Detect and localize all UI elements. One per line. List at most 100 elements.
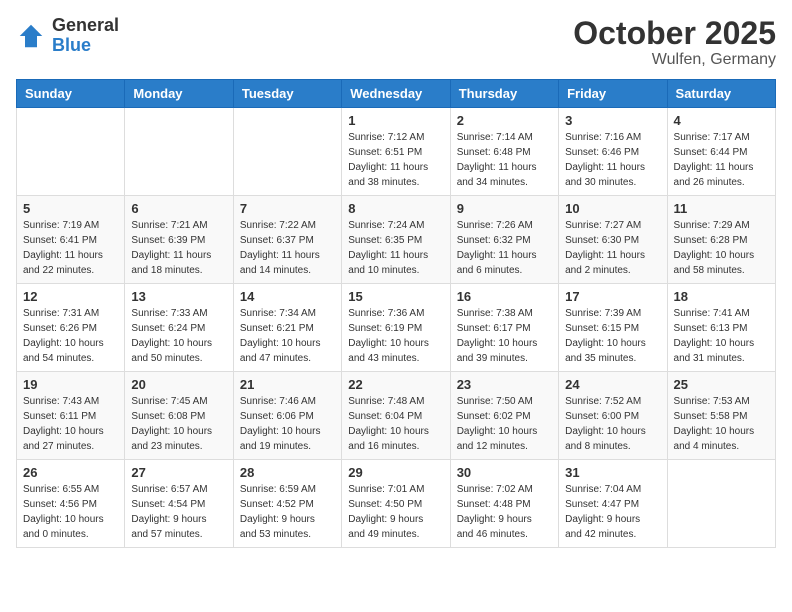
day-info: Sunrise: 7:01 AM Sunset: 4:50 PM Dayligh… <box>348 482 443 542</box>
day-info: Sunrise: 7:16 AM Sunset: 6:46 PM Dayligh… <box>565 130 660 190</box>
calendar-cell: 23 Sunrise: 7:50 AM Sunset: 6:02 PM Dayli… <box>450 372 558 460</box>
calendar-cell <box>125 108 233 196</box>
day-number: 14 <box>240 289 335 304</box>
day-number: 24 <box>565 377 660 392</box>
day-number: 25 <box>674 377 769 392</box>
day-number: 26 <box>23 465 118 480</box>
calendar-cell: 9Sunrise: 7:26 AM Sunset: 6:32 PM Daylig… <box>450 196 558 284</box>
week-row-5: 26 Sunrise: 6:55 AM Sunset: 4:56 PM Dayli… <box>17 460 776 548</box>
day-info: Sunrise: 7:48 AM Sunset: 6:04 PM Dayligh… <box>348 394 443 454</box>
day-number: 15 <box>348 289 443 304</box>
day-info: Sunrise: 7:38 AM Sunset: 6:17 PM Dayligh… <box>457 306 552 366</box>
day-info: Sunrise: 7:19 AM Sunset: 6:41 PM Dayligh… <box>23 218 118 278</box>
logo-blue-text: Blue <box>52 35 91 55</box>
weekday-header-wednesday: Wednesday <box>342 80 450 108</box>
calendar-cell: 3 Sunrise: 7:16 AM Sunset: 6:46 PM Daylig… <box>559 108 667 196</box>
day-number: 23 <box>457 377 552 392</box>
calendar-cell: 22 Sunrise: 7:48 AM Sunset: 6:04 PM Dayli… <box>342 372 450 460</box>
week-row-2: 5Sunrise: 7:19 AM Sunset: 6:41 PM Daylig… <box>17 196 776 284</box>
day-info: Sunrise: 7:29 AM Sunset: 6:28 PM Dayligh… <box>674 218 769 278</box>
day-info: Sunrise: 6:55 AM Sunset: 4:56 PM Dayligh… <box>23 482 118 542</box>
calendar-cell: 15 Sunrise: 7:36 AM Sunset: 6:19 PM Dayli… <box>342 284 450 372</box>
day-info: Sunrise: 7:39 AM Sunset: 6:15 PM Dayligh… <box>565 306 660 366</box>
calendar-cell: 24 Sunrise: 7:52 AM Sunset: 6:00 PM Dayli… <box>559 372 667 460</box>
day-number: 20 <box>131 377 226 392</box>
calendar-cell: 12 Sunrise: 7:31 AM Sunset: 6:26 PM Dayli… <box>17 284 125 372</box>
calendar-cell: 25Sunrise: 7:53 AM Sunset: 5:58 PM Dayli… <box>667 372 775 460</box>
calendar-cell: 4Sunrise: 7:17 AM Sunset: 6:44 PM Daylig… <box>667 108 775 196</box>
day-info: Sunrise: 7:41 AM Sunset: 6:13 PM Dayligh… <box>674 306 769 366</box>
day-number: 7 <box>240 201 335 216</box>
day-info: Sunrise: 7:43 AM Sunset: 6:11 PM Dayligh… <box>23 394 118 454</box>
calendar-cell: 26 Sunrise: 6:55 AM Sunset: 4:56 PM Dayli… <box>17 460 125 548</box>
weekday-header-monday: Monday <box>125 80 233 108</box>
day-info: Sunrise: 7:26 AM Sunset: 6:32 PM Dayligh… <box>457 218 552 278</box>
location-subtitle: Wulfen, Germany <box>573 51 776 69</box>
calendar-cell: 30 Sunrise: 7:02 AM Sunset: 4:48 PM Dayli… <box>450 460 558 548</box>
day-number: 30 <box>457 465 552 480</box>
day-number: 8 <box>348 201 443 216</box>
day-info: Sunrise: 7:21 AM Sunset: 6:39 PM Dayligh… <box>131 218 226 278</box>
calendar-cell: 1 Sunrise: 7:12 AM Sunset: 6:51 PM Daylig… <box>342 108 450 196</box>
week-row-3: 12 Sunrise: 7:31 AM Sunset: 6:26 PM Dayli… <box>17 284 776 372</box>
logo-icon <box>16 21 46 51</box>
title-block: October 2025 Wulfen, Germany <box>573 16 776 69</box>
day-info: Sunrise: 7:24 AM Sunset: 6:35 PM Dayligh… <box>348 218 443 278</box>
day-info: Sunrise: 7:52 AM Sunset: 6:00 PM Dayligh… <box>565 394 660 454</box>
calendar-cell: 17 Sunrise: 7:39 AM Sunset: 6:15 PM Dayli… <box>559 284 667 372</box>
day-number: 2 <box>457 113 552 128</box>
calendar-cell: 16 Sunrise: 7:38 AM Sunset: 6:17 PM Dayli… <box>450 284 558 372</box>
calendar-cell <box>233 108 341 196</box>
day-info: Sunrise: 7:04 AM Sunset: 4:47 PM Dayligh… <box>565 482 660 542</box>
day-number: 27 <box>131 465 226 480</box>
day-number: 3 <box>565 113 660 128</box>
calendar-cell: 21Sunrise: 7:46 AM Sunset: 6:06 PM Dayli… <box>233 372 341 460</box>
calendar-cell <box>17 108 125 196</box>
day-number: 11 <box>674 201 769 216</box>
day-number: 18 <box>674 289 769 304</box>
month-title: October 2025 <box>573 16 776 51</box>
day-number: 16 <box>457 289 552 304</box>
day-number: 22 <box>348 377 443 392</box>
day-info: Sunrise: 7:31 AM Sunset: 6:26 PM Dayligh… <box>23 306 118 366</box>
calendar-cell: 6 Sunrise: 7:21 AM Sunset: 6:39 PM Daylig… <box>125 196 233 284</box>
calendar-cell: 13Sunrise: 7:33 AM Sunset: 6:24 PM Dayli… <box>125 284 233 372</box>
day-info: Sunrise: 6:57 AM Sunset: 4:54 PM Dayligh… <box>131 482 226 542</box>
logo: General Blue <box>16 16 119 56</box>
day-number: 6 <box>131 201 226 216</box>
calendar-cell: 8 Sunrise: 7:24 AM Sunset: 6:35 PM Daylig… <box>342 196 450 284</box>
day-info: Sunrise: 6:59 AM Sunset: 4:52 PM Dayligh… <box>240 482 335 542</box>
day-number: 28 <box>240 465 335 480</box>
day-info: Sunrise: 7:27 AM Sunset: 6:30 PM Dayligh… <box>565 218 660 278</box>
page-header: General Blue October 2025 Wulfen, German… <box>16 16 776 69</box>
day-info: Sunrise: 7:12 AM Sunset: 6:51 PM Dayligh… <box>348 130 443 190</box>
day-number: 1 <box>348 113 443 128</box>
calendar-cell: 7Sunrise: 7:22 AM Sunset: 6:37 PM Daylig… <box>233 196 341 284</box>
day-info: Sunrise: 7:33 AM Sunset: 6:24 PM Dayligh… <box>131 306 226 366</box>
weekday-header-sunday: Sunday <box>17 80 125 108</box>
day-number: 21 <box>240 377 335 392</box>
calendar-cell <box>667 460 775 548</box>
logo-general-text: General <box>52 15 119 35</box>
day-number: 17 <box>565 289 660 304</box>
calendar-cell: 14Sunrise: 7:34 AM Sunset: 6:21 PM Dayli… <box>233 284 341 372</box>
day-info: Sunrise: 7:36 AM Sunset: 6:19 PM Dayligh… <box>348 306 443 366</box>
weekday-header-saturday: Saturday <box>667 80 775 108</box>
day-number: 12 <box>23 289 118 304</box>
calendar-cell: 2 Sunrise: 7:14 AM Sunset: 6:48 PM Daylig… <box>450 108 558 196</box>
calendar-cell: 11 Sunrise: 7:29 AM Sunset: 6:28 PM Dayli… <box>667 196 775 284</box>
day-info: Sunrise: 7:02 AM Sunset: 4:48 PM Dayligh… <box>457 482 552 542</box>
calendar-cell: 5Sunrise: 7:19 AM Sunset: 6:41 PM Daylig… <box>17 196 125 284</box>
week-row-4: 19 Sunrise: 7:43 AM Sunset: 6:11 PM Dayli… <box>17 372 776 460</box>
day-number: 31 <box>565 465 660 480</box>
day-number: 10 <box>565 201 660 216</box>
calendar-cell: 29 Sunrise: 7:01 AM Sunset: 4:50 PM Dayli… <box>342 460 450 548</box>
weekday-header-thursday: Thursday <box>450 80 558 108</box>
calendar-cell: 20Sunrise: 7:45 AM Sunset: 6:08 PM Dayli… <box>125 372 233 460</box>
day-info: Sunrise: 7:17 AM Sunset: 6:44 PM Dayligh… <box>674 130 769 190</box>
day-info: Sunrise: 7:14 AM Sunset: 6:48 PM Dayligh… <box>457 130 552 190</box>
day-info: Sunrise: 7:50 AM Sunset: 6:02 PM Dayligh… <box>457 394 552 454</box>
day-number: 19 <box>23 377 118 392</box>
calendar-cell: 31 Sunrise: 7:04 AM Sunset: 4:47 PM Dayli… <box>559 460 667 548</box>
day-number: 29 <box>348 465 443 480</box>
